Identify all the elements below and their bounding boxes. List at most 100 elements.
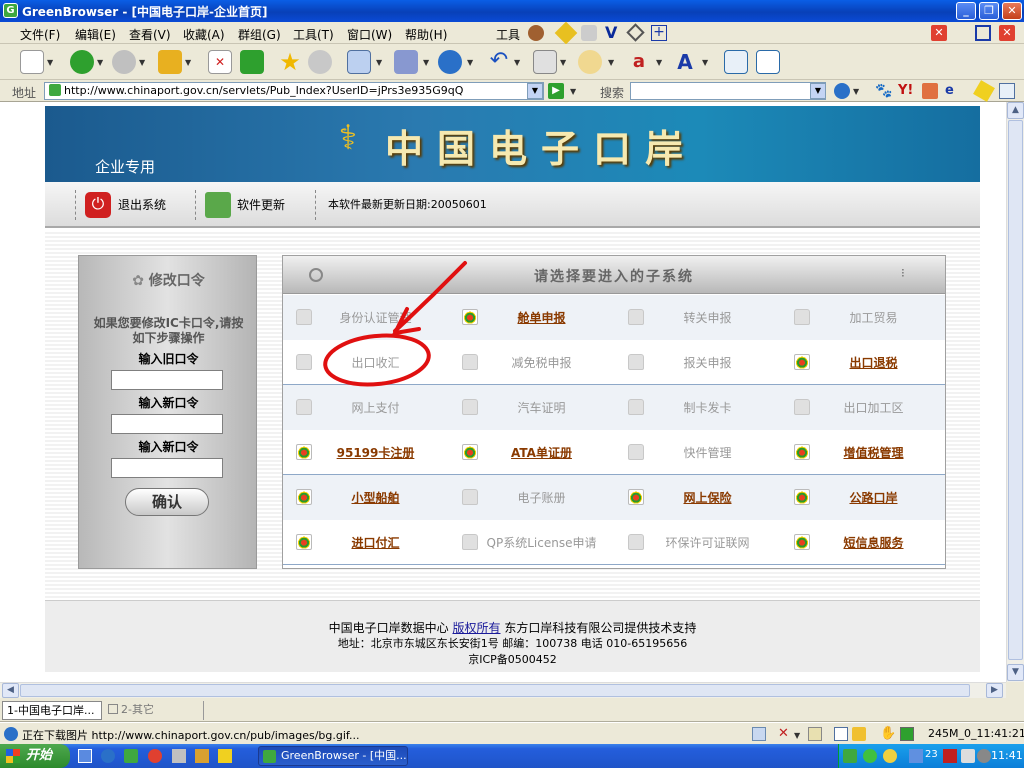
minimize-button[interactable]: _	[956, 2, 976, 20]
subsystem-link[interactable]: 网上保险	[635, 489, 780, 506]
subsystem-cell[interactable]: 公路口岸	[781, 475, 946, 520]
tab-other[interactable]: 2-其它	[104, 701, 204, 720]
menu-view[interactable]: 查看(V)	[129, 26, 171, 43]
font-size-icon[interactable]: A	[673, 50, 697, 74]
logout-link[interactable]: 退出系统	[118, 196, 166, 213]
cube-icon[interactable]	[394, 50, 418, 74]
quicklaunch-pen-icon[interactable]	[218, 749, 232, 763]
tray-antivirus-icon[interactable]	[943, 749, 957, 763]
favorites-star-icon[interactable]: ★	[278, 50, 302, 74]
maximize-button[interactable]: ❐	[979, 2, 999, 20]
software-update-link[interactable]: 软件更新	[237, 196, 285, 213]
yahoo-icon[interactable]: Y!	[898, 83, 913, 98]
page-options-icon[interactable]	[999, 83, 1015, 99]
hand-icon[interactable]: ✋	[880, 726, 896, 741]
menu-window[interactable]: 窗口(W)	[347, 26, 392, 43]
window-icon[interactable]	[347, 50, 371, 74]
security-icon[interactable]	[900, 727, 914, 741]
copyright-link[interactable]: 版权所有	[452, 621, 500, 635]
menu-help[interactable]: 帮助(H)	[405, 26, 447, 43]
chevron-down-icon[interactable]: ▼	[608, 58, 614, 67]
scroll-down-button[interactable]: ▼	[1007, 664, 1024, 681]
highlighter-icon[interactable]	[973, 80, 995, 102]
cursor-icon[interactable]	[581, 25, 597, 41]
horizontal-scroll-thumb[interactable]	[20, 684, 970, 697]
chevron-down-icon[interactable]: ▼	[514, 58, 520, 67]
restore-icon[interactable]	[975, 25, 991, 41]
media-toggle-icon[interactable]	[852, 727, 866, 741]
popup-block-icon[interactable]: ✕	[778, 726, 789, 741]
close-tab-icon[interactable]: ✕	[931, 25, 947, 41]
chevron-down-icon[interactable]: ▼	[656, 58, 662, 67]
horizontal-scrollbar[interactable]: ◀ ▶	[0, 682, 1006, 698]
undo-icon[interactable]: ↶	[487, 50, 511, 74]
show-desktop-icon[interactable]	[78, 749, 92, 763]
chevron-down-icon[interactable]: ▼	[853, 87, 859, 96]
quicklaunch-tool-icon[interactable]	[172, 749, 186, 763]
close-window-icon[interactable]: ✕	[999, 25, 1015, 41]
search-dropdown-button[interactable]: ▼	[810, 83, 826, 99]
go-icon[interactable]: ▶	[548, 83, 564, 99]
diamond-icon[interactable]	[626, 23, 645, 42]
refresh-icon[interactable]	[240, 50, 264, 74]
search-input[interactable]	[630, 82, 826, 100]
subsystem-link[interactable]: 增值税管理	[801, 444, 946, 461]
chevron-down-icon[interactable]: ▼	[560, 58, 566, 67]
power-icon[interactable]: ⏻	[85, 192, 111, 218]
checklist-icon[interactable]	[756, 50, 780, 74]
subsystem-link[interactable]: 公路口岸	[801, 489, 946, 506]
translate-icon[interactable]: a	[627, 50, 651, 74]
new-page-icon[interactable]	[20, 50, 44, 74]
menu-groups[interactable]: 群组(G)	[238, 26, 281, 43]
subsystem-link[interactable]: 舱单申报	[469, 309, 614, 326]
subsystem-cell[interactable]: 短信息服务	[781, 520, 946, 565]
taskbar-window-button[interactable]: GreenBrowser - [中国...	[258, 746, 408, 766]
new-password-input[interactable]	[111, 414, 223, 434]
script-icon[interactable]	[533, 50, 557, 74]
address-input[interactable]: http://www.chinaport.gov.cn/servlets/Pub…	[44, 82, 544, 100]
subsystem-cell[interactable]: 网上保险	[615, 475, 780, 520]
subsystem-link[interactable]: 出口退税	[801, 354, 946, 371]
greenbrowser-icon[interactable]	[124, 749, 138, 763]
tray-status-icon[interactable]	[863, 749, 877, 763]
subsystem-cell[interactable]: 出口退税	[781, 340, 946, 385]
subsystem-link[interactable]: 进口付汇	[303, 534, 448, 551]
tray-network-icon[interactable]	[909, 749, 923, 763]
search-site-icon[interactable]	[922, 83, 938, 99]
close-button[interactable]: ✕	[1002, 2, 1022, 20]
tray-clock-icon[interactable]	[977, 749, 991, 763]
ie-icon[interactable]	[101, 749, 115, 763]
subsystem-link[interactable]: 95199卡注册	[303, 444, 448, 461]
back-arrow-icon[interactable]	[70, 50, 94, 74]
chevron-down-icon[interactable]: ▼	[702, 58, 708, 67]
chevron-down-icon[interactable]: ▼	[97, 58, 103, 67]
old-password-input[interactable]	[111, 370, 223, 390]
baidu-paw-icon[interactable]: 🐾	[875, 83, 892, 99]
status-tool-icon[interactable]	[752, 727, 766, 741]
menu-favorites[interactable]: 收藏(A)	[183, 26, 225, 43]
scroll-up-button[interactable]: ▲	[1007, 102, 1024, 119]
script-status-icon[interactable]	[808, 727, 822, 741]
chevron-down-icon[interactable]: ▼	[47, 58, 53, 67]
vertical-scroll-thumb[interactable]	[1008, 120, 1023, 660]
tab-chinaport[interactable]: 1-中国电子口岸...	[2, 701, 102, 720]
scroll-right-button[interactable]: ▶	[986, 683, 1003, 698]
subsystem-cell[interactable]: 小型船舶	[283, 475, 448, 520]
history-icon[interactable]	[308, 50, 332, 74]
subsystem-cell[interactable]: 增值税管理	[781, 430, 946, 475]
chevron-down-icon[interactable]: ▼	[139, 58, 145, 67]
download-update-icon[interactable]	[205, 192, 231, 218]
pen-icon[interactable]	[554, 21, 578, 45]
ebay-icon[interactable]: e	[945, 83, 954, 98]
tray-messenger-icon[interactable]	[883, 749, 897, 763]
menu-file[interactable]: 文件(F)	[20, 26, 60, 43]
v-icon[interactable]: V	[605, 23, 617, 42]
stop-icon[interactable]: ✕	[208, 50, 232, 74]
quicklaunch-folder-icon[interactable]	[195, 749, 209, 763]
chevron-down-icon[interactable]: ▼	[570, 87, 576, 96]
forward-arrow-icon[interactable]	[112, 50, 136, 74]
vertical-scrollbar[interactable]: ▲ ▼	[1006, 102, 1024, 682]
confirm-button[interactable]: 确认	[125, 488, 209, 516]
tray-speaker-icon[interactable]	[961, 749, 975, 763]
tool-icon[interactable]	[528, 25, 544, 41]
